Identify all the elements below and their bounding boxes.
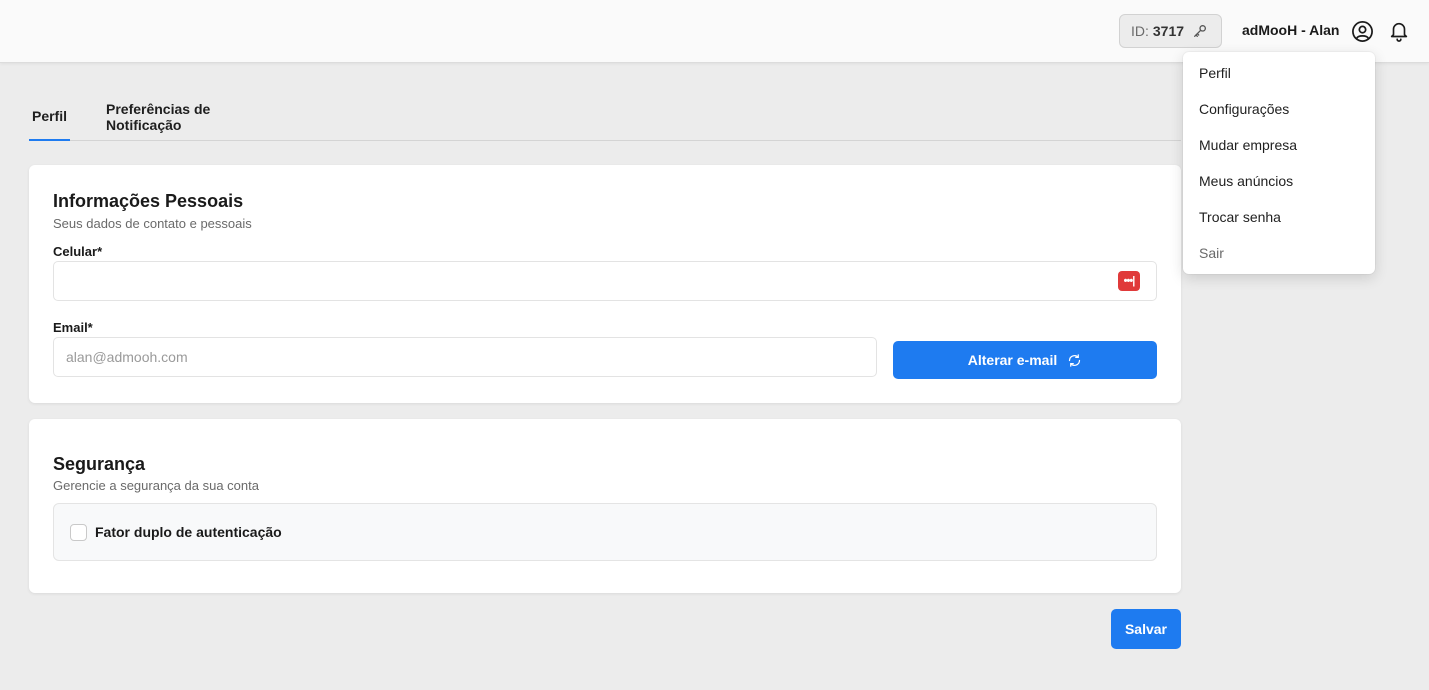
menu-item-logout[interactable]: Sair <box>1183 235 1375 271</box>
id-label: ID: <box>1131 23 1149 39</box>
personal-info-card: Informações Pessoais Seus dados de conta… <box>29 165 1181 403</box>
change-email-label: Alterar e-mail <box>967 352 1058 368</box>
email-label: Email* <box>53 320 93 335</box>
phone-input[interactable] <box>53 261 1157 301</box>
personal-info-title: Informações Pessoais <box>53 191 244 211</box>
menu-item-change-password[interactable]: Trocar senha <box>1183 199 1375 235</box>
tab-bar: Perfil Preferências de Notificação <box>29 92 1181 141</box>
refresh-icon <box>1069 353 1081 367</box>
security-title: Segurança <box>53 454 146 474</box>
tab-perfil[interactable]: Perfil <box>29 92 70 141</box>
tab-notification-preferences[interactable]: Preferências de Notificação <box>106 92 279 141</box>
security-subtitle: Gerencie a segurança da sua conta <box>53 478 259 493</box>
security-card: Segurança Gerencie a segurança da sua co… <box>29 419 1181 593</box>
menu-item-switch-company[interactable]: Mudar empresa <box>1183 127 1375 163</box>
id-value: 3717 <box>1152 23 1185 39</box>
id-chip[interactable]: ID: 3717 <box>1119 14 1222 48</box>
key-icon <box>1194 25 1206 37</box>
personal-info-subtitle: Seus dados de contato e pessoais <box>53 216 252 231</box>
two-factor-checkbox[interactable] <box>70 523 87 541</box>
menu-item-my-ads[interactable]: Meus anúncios <box>1183 163 1375 199</box>
password-manager-icon[interactable]: •••| <box>1118 271 1140 291</box>
phone-label: Celular* <box>53 244 103 259</box>
save-button[interactable]: Salvar <box>1111 609 1181 649</box>
change-email-button[interactable]: Alterar e-mail <box>893 341 1157 379</box>
two-factor-option[interactable]: Fator duplo de autenticação <box>53 503 1157 561</box>
email-input[interactable] <box>53 337 877 377</box>
menu-item-profile[interactable]: Perfil <box>1183 55 1375 91</box>
two-factor-label: Fator duplo de autenticação <box>95 524 282 540</box>
user-circle-icon[interactable] <box>1351 20 1374 43</box>
user-name: adMooH - Alan <box>1242 22 1340 38</box>
user-menu-dropdown: Perfil Configurações Mudar empresa Meus … <box>1183 52 1375 274</box>
menu-item-settings[interactable]: Configurações <box>1183 91 1375 127</box>
bell-icon[interactable] <box>1388 20 1410 42</box>
